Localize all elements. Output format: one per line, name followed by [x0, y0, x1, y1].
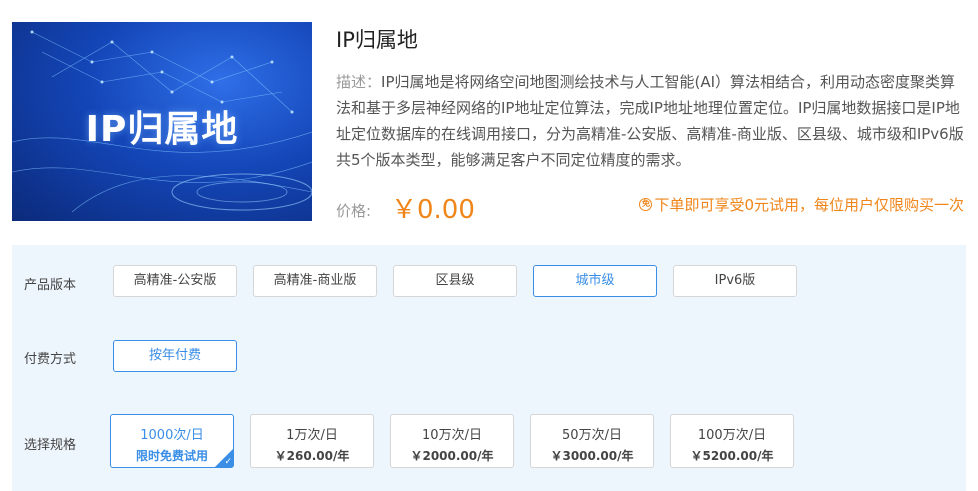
description-text: IP归属地是将网络空间地图测绘技术与人工智能(AI）算法相结合，利用动态密度聚类…	[336, 73, 964, 169]
spec-option-10k[interactable]: 1万次/日 ￥260.00/年	[250, 414, 374, 468]
free-badge-icon: 免	[639, 198, 653, 211]
spec-name: 100万次/日	[697, 428, 767, 443]
spec-price: ￥5200.00/年	[690, 449, 774, 463]
banner-title: IP归属地	[85, 109, 239, 150]
product-description: 描述：IP归属地是将网络空间地图测绘技术与人工智能(AI）算法相结合，利用动态密…	[336, 69, 968, 173]
spec-option-1m[interactable]: 100万次/日 ￥5200.00/年	[670, 414, 794, 468]
spec-name: 1000次/日	[140, 428, 204, 443]
spec-option-500k[interactable]: 50万次/日 ￥3000.00/年	[530, 414, 654, 468]
spec-name: 50万次/日	[562, 428, 622, 443]
product-title: IP归属地	[336, 28, 418, 52]
version-label: 产品版本	[24, 278, 77, 293]
spec-name: 10万次/日	[422, 428, 482, 443]
spec-option-1000[interactable]: 1000次/日 限时免费试用 ✓	[110, 414, 234, 468]
promo-text: 下单即可享受0元试用，每位用户仅限购买一次	[654, 196, 964, 214]
payment-label: 付费方式	[24, 352, 77, 367]
spec-option-100k[interactable]: 10万次/日 ￥2000.00/年	[390, 414, 514, 468]
price-value: ￥0.00	[391, 195, 475, 225]
spec-price: ￥260.00/年	[274, 449, 350, 463]
version-option-ipv6[interactable]: IPv6版	[673, 265, 797, 297]
product-banner-image: IP归属地	[12, 22, 312, 221]
version-option-city[interactable]: 城市级	[533, 265, 657, 297]
price-label: 价格:	[336, 202, 372, 220]
spec-price: ￥2000.00/年	[410, 449, 494, 463]
spec-price: ￥3000.00/年	[550, 449, 634, 463]
promo-notice: 免 下单即可享受0元试用，每位用户仅限购买一次	[639, 194, 964, 215]
version-option-commercial[interactable]: 高精准-商业版	[253, 265, 377, 297]
version-option-county[interactable]: 区县级	[393, 265, 517, 297]
version-option-police[interactable]: 高精准-公安版	[113, 265, 237, 297]
description-label: 描述：	[336, 73, 382, 91]
spec-name: 1万次/日	[286, 428, 338, 443]
spec-label: 选择规格	[24, 438, 77, 453]
options-panel: 产品版本 高精准-公安版 高精准-商业版 区县级 城市级 IPv6版 付费方式 …	[12, 245, 966, 491]
check-icon: ✓	[224, 457, 232, 467]
payment-option-yearly[interactable]: 按年付费	[113, 340, 237, 372]
